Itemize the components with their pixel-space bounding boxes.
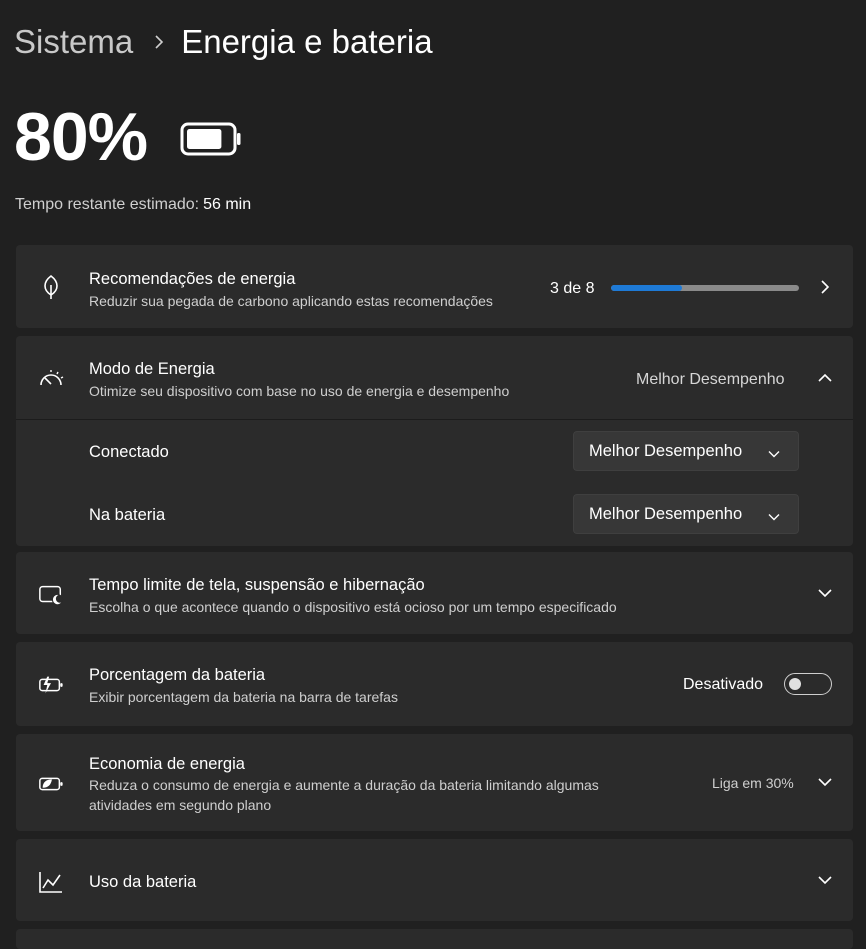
battery-usage-title: Uso da bateria: [89, 873, 197, 891]
energy-saver-title: Economia de energia: [89, 755, 245, 773]
battery-mode-label: Na bateria: [89, 506, 166, 524]
recommendations-progress: [611, 285, 799, 291]
power-mode-card: Modo de Energia Otimize seu dispositivo …: [16, 336, 853, 546]
battery-mode-value: Melhor Desempenho: [589, 504, 743, 523]
plugged-mode-value: Melhor Desempenho: [589, 441, 743, 460]
energy-saver-status: Liga em 30%: [712, 775, 794, 791]
chevron-up-icon[interactable]: [817, 370, 833, 386]
battery-percent: 80%: [14, 99, 148, 175]
battery-percentage-card: Porcentagem da bateria Exibir porcentage…: [16, 642, 853, 726]
energy-saver-subtitle-2: atividades em segundo plano: [89, 797, 272, 813]
chevron-down-icon[interactable]: [817, 872, 833, 888]
plugged-mode-dropdown[interactable]: Melhor Desempenho: [573, 431, 799, 471]
remaining-label: Tempo restante estimado:: [15, 196, 200, 213]
chevron-right-icon: [153, 33, 165, 51]
recommendations-count: 3 de 8: [550, 280, 595, 297]
battery-percentage-subtitle: Exibir porcentagem da bateria na barra d…: [89, 689, 398, 705]
page-title: Energia e bateria: [181, 23, 433, 60]
chevron-down-icon[interactable]: [817, 774, 833, 790]
recommendations-title: Recomendações de energia: [89, 270, 296, 288]
plugged-label: Conectado: [89, 443, 169, 461]
power-mode-subtitle: Otimize seu dispositivo com base no uso …: [89, 383, 510, 399]
chevron-down-icon: [768, 507, 780, 526]
recommendations-subtitle: Reduzir sua pegada de carbono aplicando …: [89, 293, 493, 309]
screen-sleep-subtitle: Escolha o que acontece quando o disposit…: [89, 599, 617, 615]
battery-charging-icon: [38, 672, 64, 698]
battery-mode-dropdown[interactable]: Melhor Desempenho: [573, 494, 799, 534]
battery-percentage-state: Desativado: [683, 676, 764, 693]
battery-percentage-title: Porcentagem da bateria: [89, 666, 266, 684]
chevron-right-icon[interactable]: [817, 279, 833, 295]
divider: [16, 419, 853, 420]
battery-usage-card[interactable]: Uso da bateria: [16, 839, 853, 921]
chevron-down-icon: [768, 444, 780, 463]
power-mode-current: Melhor Desempenho: [636, 371, 785, 388]
screen-sleep-title: Tempo limite de tela, suspensão e hibern…: [89, 576, 425, 594]
chart-line-icon: [38, 869, 64, 895]
leaf-icon: [38, 274, 64, 300]
toggle-knob: [789, 678, 801, 690]
breadcrumb-parent[interactable]: Sistema: [14, 23, 133, 61]
energy-saver-icon: [38, 771, 64, 797]
chevron-down-icon[interactable]: [817, 585, 833, 601]
battery-icon: [180, 122, 242, 161]
breadcrumb: Sistema Energia e bateria: [14, 20, 433, 64]
remaining-time: Tempo restante estimado: 56 min: [15, 196, 251, 214]
screen-sleep-card[interactable]: Tempo limite de tela, suspensão e hibern…: [16, 552, 853, 634]
energy-saver-subtitle-1: Reduza o consumo de energia e aumente a …: [89, 777, 599, 793]
power-mode-title: Modo de Energia: [89, 360, 215, 378]
next-card: [16, 929, 853, 949]
recommendations-progress-fill: [611, 285, 682, 291]
screen-sleep-icon: [38, 582, 64, 608]
recommendations-card[interactable]: Recomendações de energia Reduzir sua peg…: [16, 245, 853, 328]
remaining-value: 56 min: [203, 196, 252, 213]
gauge-icon: [38, 366, 64, 392]
battery-percentage-toggle[interactable]: [784, 673, 832, 695]
energy-saver-card[interactable]: Economia de energia Reduza o consumo de …: [16, 734, 853, 831]
